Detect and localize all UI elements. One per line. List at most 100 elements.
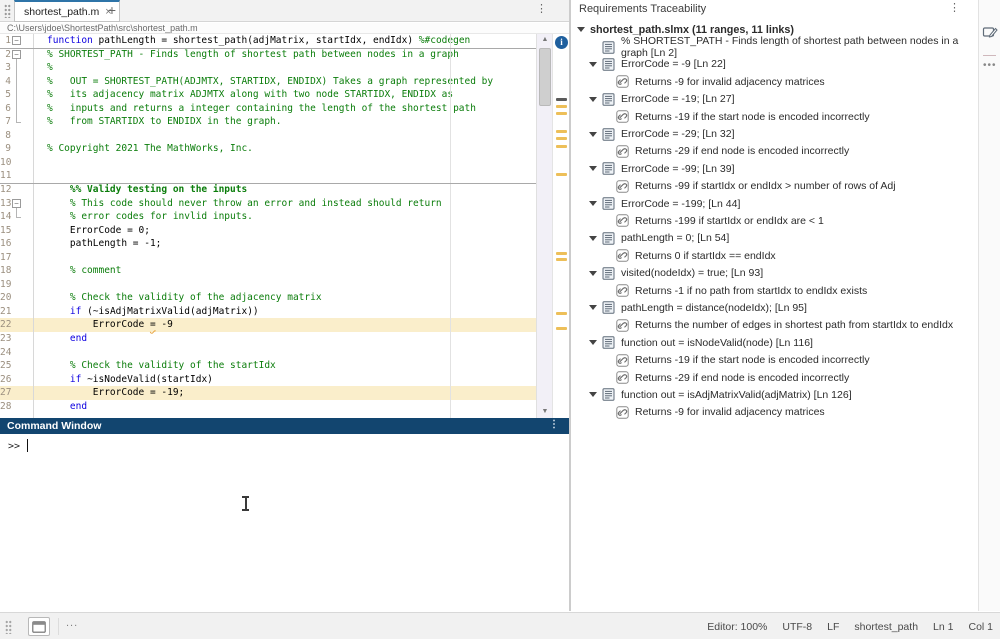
code-line[interactable]: ErrorCode = 0; xyxy=(34,224,536,238)
status-overflow-icon[interactable]: ... xyxy=(66,617,78,629)
code-line[interactable]: % Check the validity of the adjacency ma… xyxy=(34,291,536,305)
chevron-down-icon[interactable] xyxy=(577,27,585,32)
code-analyzer-info-icon[interactable]: i xyxy=(555,36,568,49)
command-window-toggle-button[interactable] xyxy=(28,617,50,636)
chevron-down-icon[interactable] xyxy=(589,97,597,102)
code-line[interactable] xyxy=(34,278,536,292)
chevron-down-icon[interactable] xyxy=(589,305,597,310)
tree-link-row[interactable]: Returns -9 for invalid adjacency matrice… xyxy=(571,73,978,90)
code-fold-icon[interactable]: − xyxy=(12,199,21,208)
warning-marker[interactable] xyxy=(556,145,567,148)
chevron-down-icon[interactable] xyxy=(589,132,597,137)
code-line[interactable]: % Check the validity of the startIdx xyxy=(34,359,536,373)
warning-marker[interactable] xyxy=(556,258,567,261)
tree-link-row[interactable]: Returns 0 if startIdx == endIdx xyxy=(571,247,978,264)
code-line[interactable]: %% Validy testing on the inputs xyxy=(34,183,536,197)
current-function[interactable]: shortest_path xyxy=(854,621,918,633)
requirements-editor-icon[interactable] xyxy=(982,24,998,45)
tree-link-row[interactable]: Returns -19 if the start node is encoded… xyxy=(571,108,978,125)
chevron-down-icon[interactable] xyxy=(589,62,597,67)
warning-marker[interactable] xyxy=(556,130,567,133)
toolbar-overflow-icon[interactable]: ••• xyxy=(983,60,997,71)
requirements-panel-menu-icon[interactable]: ⋮ xyxy=(949,3,960,14)
chevron-down-icon[interactable] xyxy=(589,166,597,171)
tab-bar-menu-icon[interactable]: ⋮ xyxy=(536,4,547,15)
code-line[interactable] xyxy=(34,156,536,170)
code-line[interactable]: end xyxy=(34,400,536,414)
code-line[interactable]: % OUT = SHORTEST_PATH(ADJMTX, STARTIDX, … xyxy=(34,75,536,89)
code-line[interactable]: function pathLength = shortest_path(adjM… xyxy=(34,34,536,48)
scroll-up-icon[interactable]: ▲ xyxy=(537,34,553,46)
code-line[interactable]: % from STARTIDX to ENDIDX in the graph. xyxy=(34,115,536,129)
tree-range-row[interactable]: pathLength = 0; [Ln 54] xyxy=(571,230,978,247)
tree-range-row[interactable]: visited(nodeIdx) = true; [Ln 93] xyxy=(571,264,978,281)
tree-link-row[interactable]: Returns -199 if startIdx or endIdx are <… xyxy=(571,212,978,229)
command-window-header[interactable]: Command Window ⋮ xyxy=(0,418,569,434)
code-line[interactable] xyxy=(34,129,536,143)
code-editor[interactable]: 1234567891011121314151617181920212223242… xyxy=(0,34,569,418)
tree-link-row[interactable]: Returns -29 if end node is encoded incor… xyxy=(571,143,978,160)
line-ending[interactable]: LF xyxy=(827,621,839,633)
warning-marker[interactable] xyxy=(556,137,567,140)
command-window-menu-icon[interactable]: ⋮ xyxy=(549,420,559,430)
warning-marker[interactable] xyxy=(556,327,567,330)
code-fold-icon[interactable]: − xyxy=(12,36,21,45)
tree-link-row[interactable]: Returns -1 if no path from startIdx to e… xyxy=(571,282,978,299)
code-line[interactable]: % its adjacency matrix ADJMTX along with… xyxy=(34,88,536,102)
code-line[interactable]: % Copyright 2021 The MathWorks, Inc. xyxy=(34,142,536,156)
status-bar-grip-icon[interactable] xyxy=(5,620,12,634)
code-line[interactable]: % comment xyxy=(34,264,536,278)
editor-scrollbar[interactable]: ▲ ▼ xyxy=(536,34,552,418)
code-line[interactable]: pathLength = -1; xyxy=(34,237,536,251)
tree-range-row[interactable]: ErrorCode = -99; [Ln 39] xyxy=(571,160,978,177)
line-number: 16 xyxy=(0,237,33,251)
warning-marker[interactable] xyxy=(556,173,567,176)
tree-range-row[interactable]: function out = isAdjMatrixValid(adjMatri… xyxy=(571,386,978,403)
code-line[interactable]: ErrorCode = -19; xyxy=(34,386,536,400)
tree-link-row[interactable]: Returns -19 if the start node is encoded… xyxy=(571,351,978,368)
code-line[interactable]: % inputs and returns a integer containin… xyxy=(34,102,536,116)
code-line[interactable]: if ~isNodeValid(startIdx) xyxy=(34,373,536,387)
warning-marker[interactable] xyxy=(556,105,567,108)
scrollbar-thumb[interactable] xyxy=(539,48,551,106)
message-marker[interactable] xyxy=(556,98,567,101)
tree-link-row[interactable]: Returns -29 if end node is encoded incor… xyxy=(571,369,978,386)
tree-range-row[interactable]: ErrorCode = -199; [Ln 44] xyxy=(571,195,978,212)
warning-marker[interactable] xyxy=(556,252,567,255)
chevron-down-icon[interactable] xyxy=(589,392,597,397)
tree-link-row[interactable]: Returns -99 if startIdx or endIdx > numb… xyxy=(571,178,978,195)
scroll-down-icon[interactable]: ▼ xyxy=(537,406,553,418)
tree-range-row[interactable]: function out = isNodeValid(node) [Ln 116… xyxy=(571,334,978,351)
tree-link-row[interactable]: Returns -9 for invalid adjacency matrice… xyxy=(571,404,978,421)
code-line[interactable] xyxy=(34,346,536,360)
editor-zoom-level[interactable]: Editor: 100% xyxy=(707,621,767,633)
code-line[interactable]: % error codes for invlid inputs. xyxy=(34,210,536,224)
code-line[interactable]: % xyxy=(34,61,536,75)
code-fold-icon[interactable]: − xyxy=(12,50,21,59)
code-line[interactable] xyxy=(34,169,536,183)
chevron-down-icon[interactable] xyxy=(589,340,597,345)
tree-range-row[interactable]: % SHORTEST_PATH - Finds length of shorte… xyxy=(571,38,978,55)
code-line[interactable]: % This code should never throw an error … xyxy=(34,197,536,211)
warning-marker[interactable] xyxy=(556,312,567,315)
warning-marker[interactable] xyxy=(556,112,567,115)
code-line[interactable]: end xyxy=(34,332,536,346)
tree-range-row[interactable]: ErrorCode = -29; [Ln 32] xyxy=(571,125,978,142)
new-tab-button[interactable]: + xyxy=(103,2,121,20)
code-line[interactable] xyxy=(34,251,536,265)
tab-strip-grip-icon[interactable] xyxy=(4,4,11,18)
file-encoding[interactable]: UTF-8 xyxy=(782,621,812,633)
code-lines[interactable]: function pathLength = shortest_path(adjM… xyxy=(34,34,536,413)
requirements-panel-header: Requirements Traceability ⋮ xyxy=(571,0,978,19)
tree-range-row[interactable]: pathLength = distance(nodeIdx); [Ln 95] xyxy=(571,299,978,316)
code-line[interactable]: ErrorCode = -9 xyxy=(34,318,536,332)
command-window[interactable]: >> xyxy=(0,434,569,611)
tree-range-row[interactable]: ErrorCode = -19; [Ln 27] xyxy=(571,91,978,108)
chevron-down-icon[interactable] xyxy=(589,201,597,206)
tree-link-row[interactable]: Returns the number of edges in shortest … xyxy=(571,317,978,334)
chevron-down-icon[interactable] xyxy=(589,236,597,241)
code-line[interactable]: % SHORTEST_PATH - Finds length of shorte… xyxy=(34,48,536,62)
code-line[interactable]: if (~isAdjMatrixValid(adjMatrix)) xyxy=(34,305,536,319)
range-label: function out = isNodeValid(node) [Ln 116… xyxy=(621,337,813,349)
chevron-down-icon[interactable] xyxy=(589,271,597,276)
